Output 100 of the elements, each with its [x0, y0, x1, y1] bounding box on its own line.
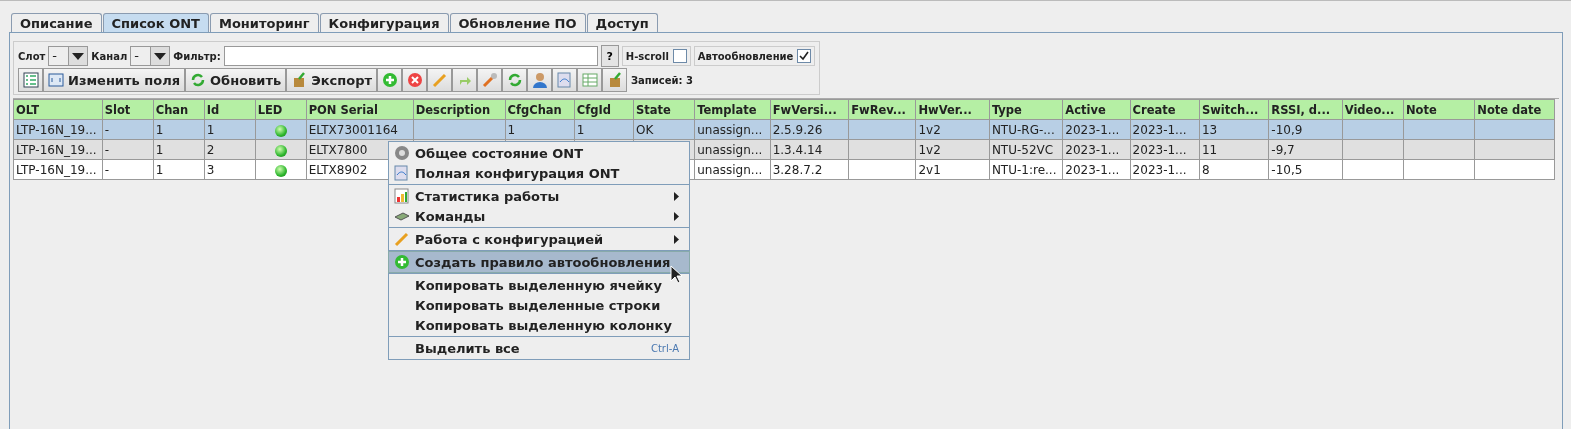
caret-icon [154, 52, 167, 60]
menu-item[interactable]: Копировать выделенные строки [389, 295, 689, 315]
column-header[interactable]: Chan [153, 99, 205, 120]
table-cell: 8 [1201, 163, 1210, 177]
table-cell: unassign... [697, 163, 763, 177]
close-button[interactable] [402, 68, 427, 92]
slot-dropdown[interactable]: - [48, 46, 89, 66]
menu-item[interactable]: Статистика работы [389, 186, 689, 206]
refresh-icon [506, 72, 523, 88]
table-cell: -9,7 [1271, 143, 1295, 157]
record-count: Записей: 3 [631, 74, 693, 86]
menu-item[interactable]: Общее состояние ONT [389, 143, 689, 163]
table-cell: 11 [1201, 143, 1218, 157]
table-cell: 1 [155, 143, 164, 157]
column-header[interactable]: Template [694, 99, 771, 120]
menu-item[interactable]: Команды [389, 206, 689, 226]
table-cell: unassign... [697, 143, 763, 157]
table-cell: NTU-1:re... [991, 163, 1057, 177]
wrench-icon [481, 72, 498, 88]
wrench-button[interactable] [477, 68, 502, 92]
pencil-icon [431, 72, 448, 88]
column-header[interactable]: PON Serial [306, 99, 414, 120]
table-cell: 1 [507, 123, 516, 137]
column-header[interactable]: CfgChan [505, 99, 575, 120]
refresh-button[interactable] [502, 68, 527, 92]
column-header[interactable]: Id [204, 99, 256, 120]
menu-item[interactable]: Копировать выделенную колонку [389, 315, 689, 335]
column-header[interactable]: OLT [13, 99, 103, 120]
column-header[interactable]: Switch... [1199, 99, 1269, 120]
tab[interactable]: Список ONT [102, 13, 209, 32]
column-header[interactable]: Type [989, 99, 1063, 120]
menu-item[interactable]: Создать правило автообновления [389, 252, 689, 272]
close-icon [406, 72, 423, 88]
column-header[interactable]: RSSI, d... [1268, 99, 1343, 120]
hscroll-label: H-scroll [625, 50, 669, 62]
table-cell: 1 [206, 123, 215, 137]
plus-icon [394, 254, 410, 270]
table-cell: 3 [206, 163, 215, 177]
menu-item[interactable]: Полная конфигурация ONT [389, 163, 689, 183]
menu-item[interactable]: Копировать выделенную ячейку [389, 275, 689, 295]
table-cell: 1.3.4.14 [772, 143, 823, 157]
table-cell: ELTX8902 [308, 163, 368, 177]
list-button[interactable] [18, 68, 43, 92]
table-cell: 2023-1... [1065, 163, 1120, 177]
column-header[interactable]: Note [1403, 99, 1475, 120]
table-cell: 2023-1... [1065, 123, 1120, 137]
mouse-cursor-icon [670, 265, 682, 284]
menu-item[interactable]: Выделить все Ctrl-A [389, 338, 689, 358]
help-button[interactable]: ? [600, 45, 619, 67]
tab[interactable]: Конфигурация [319, 13, 449, 32]
column-header[interactable]: Video... [1342, 99, 1404, 120]
column-header[interactable]: HwVer... [915, 99, 990, 120]
tab[interactable]: Описание [11, 13, 102, 32]
column-header[interactable]: Create [1130, 99, 1200, 120]
pencil-button[interactable] [427, 68, 452, 92]
column-header[interactable]: Slot [102, 99, 154, 120]
column-header[interactable]: FwRev... [848, 99, 916, 120]
user-button[interactable] [527, 68, 552, 92]
table-cell: 2023-1... [1065, 143, 1120, 157]
arrow-button[interactable] [452, 68, 477, 92]
table-cell: - [104, 123, 110, 137]
table-cell: NTU-52VC [991, 143, 1054, 157]
column-header[interactable]: State [633, 99, 695, 120]
slot-label: Слот [18, 50, 46, 62]
column-header[interactable]: Description [413, 99, 505, 120]
column-header[interactable]: CfgId [574, 99, 634, 120]
tab[interactable]: Доступ [586, 13, 658, 32]
export-button[interactable]: Экспорт [286, 68, 377, 92]
menu-item[interactable]: Работа с конфигурацией [389, 229, 689, 249]
hscroll-checkbox[interactable] [672, 49, 687, 63]
table-cell: 2023-1... [1132, 123, 1187, 137]
channel-dropdown[interactable]: - [130, 46, 171, 66]
table-cell: LTP-16N_19... [16, 123, 97, 137]
list-icon [22, 72, 39, 88]
column-header[interactable]: FwVersi... [770, 99, 849, 120]
table-cell: 2.5.9.26 [772, 123, 823, 137]
table-cell: 1 [155, 123, 164, 137]
table-cell: -10,9 [1271, 123, 1303, 137]
table-button[interactable] [577, 68, 602, 92]
window-icon [48, 73, 64, 87]
refresh-button[interactable]: Обновить [185, 68, 287, 92]
caret-icon [72, 52, 85, 60]
tab[interactable]: Обновление ПО [449, 13, 586, 32]
table-cell: unassign... [697, 123, 763, 137]
table-cell: LTP-16N_19... [16, 143, 97, 157]
filter-field[interactable] [223, 46, 598, 66]
table-cell: 2023-1... [1132, 143, 1187, 157]
plus-icon [381, 72, 398, 88]
pencil-icon [394, 231, 410, 247]
edit-fields-button[interactable]: Изменить поля [43, 68, 186, 92]
tab[interactable]: Мониторинг [209, 13, 319, 32]
autoupdate-checkbox[interactable] [797, 49, 812, 63]
table-cell: 2v1 [918, 163, 941, 177]
column-header[interactable]: LED [255, 99, 307, 120]
table-cell: 1v2 [918, 123, 941, 137]
column-header[interactable]: Active [1062, 99, 1131, 120]
box-button[interactable] [602, 68, 627, 92]
table-cell: -10,5 [1271, 163, 1303, 177]
column-header[interactable]: Note date [1474, 99, 1555, 120]
plus-button[interactable] [377, 68, 402, 92]
